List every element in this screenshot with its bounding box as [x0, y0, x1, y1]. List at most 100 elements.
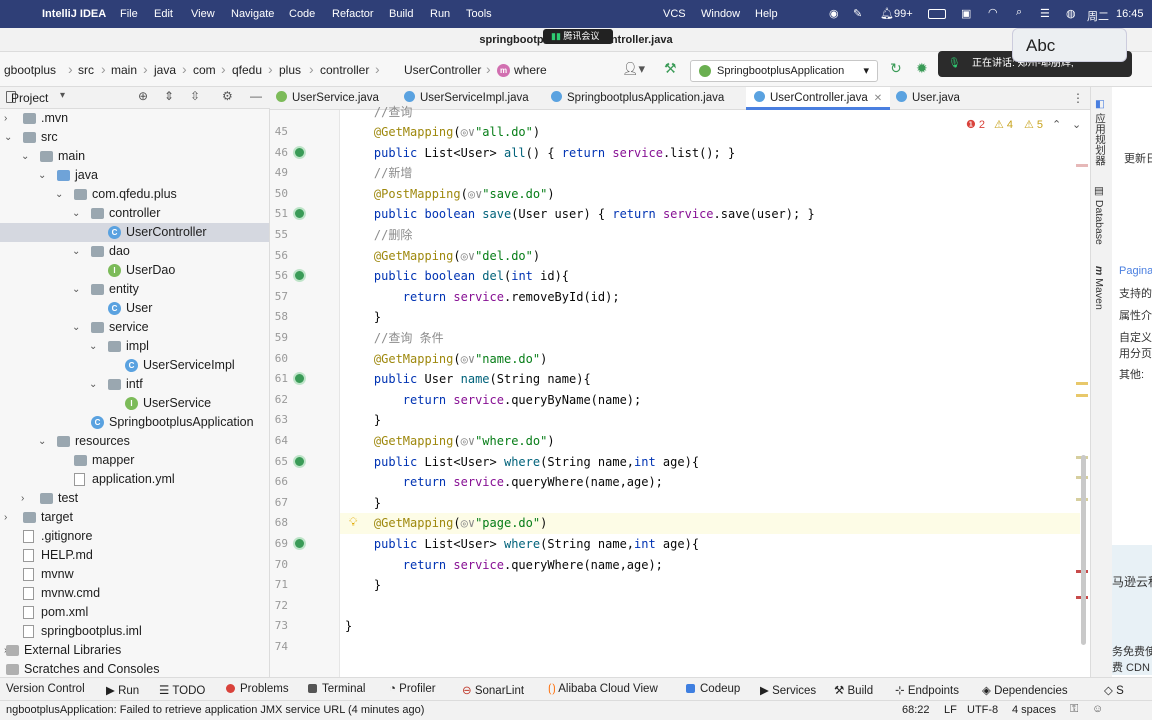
- error-count[interactable]: ❶ 2: [966, 118, 985, 131]
- meeting-badge[interactable]: ▮▮ 腾讯会议: [543, 29, 613, 44]
- project-view-select[interactable]: Project: [11, 91, 48, 105]
- code-line[interactable]: public User name(String name){: [345, 369, 591, 390]
- tree-item-controller[interactable]: ⌄ controller: [0, 204, 269, 223]
- menu-file[interactable]: File: [120, 8, 138, 20]
- inspection-icon[interactable]: ☺: [1092, 703, 1103, 715]
- tool-build[interactable]: ⚒ Build: [834, 683, 873, 697]
- chevron-right-icon[interactable]: ›: [21, 489, 24, 508]
- bell-icon[interactable]: 🔔︎: [880, 7, 894, 20]
- tab-userserviceimpl[interactable]: UserServiceImpl.java: [404, 87, 529, 110]
- app-name-menu[interactable]: IntelliJ IDEA: [42, 8, 106, 20]
- gear-icon[interactable]: ⚙: [222, 89, 233, 103]
- breadcrumb-main[interactable]: main: [111, 63, 137, 77]
- file-encoding[interactable]: UTF-8: [967, 704, 998, 716]
- error-stripe[interactable]: [1076, 164, 1088, 167]
- menu-refactor[interactable]: Refactor: [332, 8, 374, 20]
- tool-endpoints[interactable]: ⊹ Endpoints: [895, 683, 959, 697]
- code-line[interactable]: //新增: [345, 163, 412, 184]
- screen-icon[interactable]: ▣: [961, 7, 971, 20]
- tree-item-java[interactable]: ⌄ java: [0, 166, 269, 185]
- menu-help[interactable]: Help: [755, 8, 778, 20]
- tool-truncated[interactable]: ◇ S: [1104, 683, 1124, 697]
- tree-item-mvnw-cmd[interactable]: mvnw.cmd: [0, 584, 269, 603]
- tool-problems[interactable]: Problems: [226, 683, 289, 695]
- code-line[interactable]: }: [345, 575, 381, 596]
- tree-item-intf[interactable]: ⌄ intf: [0, 375, 269, 394]
- lock-icon[interactable]: ⚿: [1070, 703, 1078, 716]
- tree-item-application-yml[interactable]: application.yml: [0, 470, 269, 489]
- code-line[interactable]: return service.queryWhere(name,age);: [345, 472, 663, 493]
- tree-item-src[interactable]: ⌄ src: [0, 128, 269, 147]
- tree-item-usercontroller[interactable]: C UserController: [0, 223, 269, 242]
- tree-item-springbootplus-iml[interactable]: springbootplus.iml: [0, 622, 269, 641]
- tree-item-external-libraries[interactable]: ›External Libraries: [0, 641, 269, 660]
- tool-window-database[interactable]: ▤ Database: [1093, 185, 1105, 245]
- breadcrumb-project[interactable]: gbootplus: [4, 63, 56, 77]
- tree-item-target[interactable]: › target: [0, 508, 269, 527]
- tool-dependencies[interactable]: ◈ Dependencies: [982, 683, 1068, 697]
- code-line[interactable]: public List<User> where(String name,int …: [345, 534, 699, 555]
- tab-user[interactable]: User.java: [896, 87, 960, 110]
- breadcrumb-qfedu[interactable]: qfedu: [232, 63, 262, 77]
- status-message[interactable]: ngbootplusApplication: Failed to retriev…: [6, 704, 424, 716]
- breadcrumb-com[interactable]: com: [193, 63, 216, 77]
- menubar-clock[interactable]: 16:45: [1116, 8, 1144, 20]
- chevron-down-icon[interactable]: ⌄: [38, 432, 46, 451]
- chevron-right-icon[interactable]: ›: [4, 508, 7, 527]
- tree-item-gitignore[interactable]: .gitignore: [0, 527, 269, 546]
- tool-services[interactable]: ▶ Services: [760, 683, 816, 697]
- code-line[interactable]: public boolean del(int id){: [345, 266, 569, 287]
- tree-item-impl[interactable]: ⌄ impl: [0, 337, 269, 356]
- code-line[interactable]: }: [345, 616, 352, 637]
- menu-navigate[interactable]: Navigate: [231, 8, 274, 20]
- tab-usercontroller[interactable]: UserController.java ✕: [746, 87, 891, 110]
- chevron-down-icon[interactable]: ⌄: [72, 242, 80, 261]
- code-line[interactable]: public List<User> all() { return service…: [345, 143, 735, 164]
- user-account-icon[interactable]: 👤︎▾: [622, 61, 645, 77]
- menu-edit[interactable]: Edit: [154, 8, 173, 20]
- minimize-icon[interactable]: —: [250, 89, 262, 103]
- code-line[interactable]: return service.removeById(id);: [345, 287, 620, 308]
- rerun-icon[interactable]: ↻: [890, 60, 902, 77]
- tool-alibaba-cloud-view[interactable]: ⟮⟯ Alibaba Cloud View: [548, 683, 658, 696]
- chevron-down-icon[interactable]: ⌄: [1072, 118, 1081, 131]
- chevron-up-icon[interactable]: ⌃: [1052, 118, 1061, 131]
- chevron-down-icon[interactable]: ⌄: [72, 318, 80, 337]
- code-line[interactable]: @GetMapping(◎∨"page.do"): [345, 513, 547, 534]
- tree-item-service[interactable]: ⌄ service: [0, 318, 269, 337]
- tree-item-mvnw[interactable]: mvnw: [0, 565, 269, 584]
- menu-code[interactable]: Code: [289, 8, 315, 20]
- tree-item-dao[interactable]: ⌄ dao: [0, 242, 269, 261]
- breadcrumb-controller[interactable]: controller: [320, 63, 369, 77]
- menu-build[interactable]: Build: [389, 8, 413, 20]
- tool-run[interactable]: ▶ Run: [106, 683, 139, 697]
- tree-item-springbootplusapplication[interactable]: C SpringbootplusApplication: [0, 413, 269, 432]
- expand-all-icon[interactable]: ⇕: [164, 89, 174, 103]
- code-line[interactable]: public List<User> where(String name,int …: [345, 452, 699, 473]
- tool-profiler[interactable]: ◔ Profiler: [389, 683, 436, 695]
- menu-run[interactable]: Run: [430, 8, 450, 20]
- tree-item-userservice[interactable]: I UserService: [0, 394, 269, 413]
- chevron-down-icon[interactable]: ⌄: [89, 337, 97, 356]
- tab-springbootplusapplication[interactable]: SpringbootplusApplication.java: [551, 87, 724, 110]
- code-line[interactable]: //查询 条件: [345, 328, 444, 349]
- tree-item-com-qfedu-plus[interactable]: ⌄ com.qfedu.plus: [0, 185, 269, 204]
- menu-window[interactable]: Window: [701, 8, 740, 20]
- chevron-down-icon[interactable]: ⌄: [55, 185, 63, 204]
- tree-item-entity[interactable]: ⌄ entity: [0, 280, 269, 299]
- tree-item-help-md[interactable]: HELP.md: [0, 546, 269, 565]
- code-line[interactable]: @GetMapping(◎∨"all.do"): [345, 122, 540, 143]
- tree-item-main[interactable]: ⌄ main: [0, 147, 269, 166]
- line-separator[interactable]: LF: [944, 704, 957, 716]
- collapse-all-icon[interactable]: ⇳: [190, 89, 200, 103]
- build-hammer-icon[interactable]: ⚒: [664, 60, 677, 77]
- tool-sonarlint[interactable]: ⊖ SonarLint: [462, 683, 524, 697]
- breadcrumb-src[interactable]: src: [78, 63, 94, 77]
- chevron-down-icon[interactable]: ⌄: [72, 204, 80, 223]
- tool-todo[interactable]: ☰ TODO: [159, 683, 205, 697]
- menu-tools[interactable]: Tools: [466, 8, 492, 20]
- battery-icon[interactable]: [928, 9, 946, 19]
- chevron-down-icon[interactable]: ⌄: [38, 166, 46, 185]
- tree-item-scratches-and-consoles[interactable]: Scratches and Consoles: [0, 660, 269, 677]
- tool-version-control[interactable]: Version Control: [6, 683, 85, 695]
